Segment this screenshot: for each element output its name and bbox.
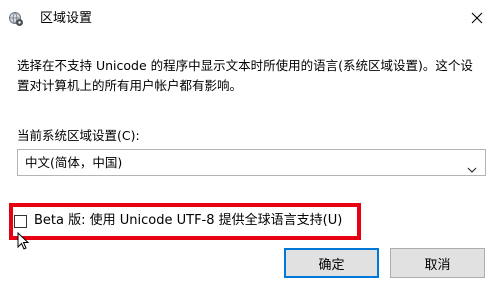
globe-settings-icon [8, 11, 24, 27]
description-text: 选择在不支持 Unicode 的程序中显示文本时所使用的语言(系统区域设置)。这… [17, 58, 473, 93]
ok-button[interactable]: 确定 [284, 248, 379, 278]
chevron-down-icon [467, 159, 477, 178]
locale-selected-value: 中文(简体，中国) [25, 155, 123, 170]
close-button[interactable] [456, 0, 498, 36]
locale-label: 当前系统区域设置(C): [17, 128, 140, 143]
close-icon [471, 9, 483, 28]
beta-utf8-label[interactable]: Beta 版: 使用 Unicode UTF-8 提供全球语言支持(U) [34, 212, 342, 230]
window-title: 区域设置 [40, 11, 93, 26]
cancel-button[interactable]: 取消 [390, 248, 485, 278]
beta-utf8-checkbox[interactable] [14, 215, 27, 228]
title-bar: 区域设置 [0, 0, 498, 38]
mouse-cursor-icon [17, 231, 30, 254]
system-locale-dropdown[interactable]: 中文(简体，中国) [17, 149, 486, 176]
